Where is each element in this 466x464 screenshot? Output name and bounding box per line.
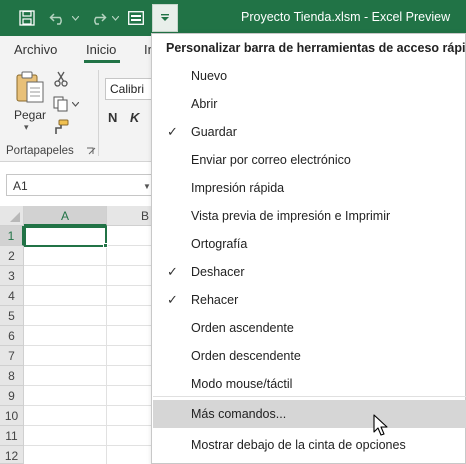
tab-inicio[interactable]: Inicio [86, 42, 116, 57]
row-header[interactable]: 9 [0, 386, 24, 406]
font-name-box[interactable]: Calibri [105, 78, 157, 100]
menu-separator [153, 396, 466, 397]
menu-item-orden-ascendente[interactable]: Orden ascendente [153, 314, 466, 342]
menu-item-label: Orden ascendente [191, 321, 294, 335]
copy-dropdown-icon[interactable] [70, 95, 80, 113]
window-title: Proyecto Tienda.xlsm - Excel Preview [241, 10, 451, 24]
menu-item-label: Guardar [191, 125, 237, 139]
check-icon: ✓ [167, 292, 178, 307]
menu-item-label: Enviar por correo electrónico [191, 153, 351, 167]
grid-line [106, 226, 107, 464]
menu-item-label: Ortografía [191, 237, 248, 251]
tab-archivo[interactable]: Archivo [14, 42, 57, 57]
name-box[interactable]: A1 [6, 174, 152, 196]
active-tab-indicator [84, 60, 120, 63]
clipboard-group-label: Portapapeles [6, 145, 74, 157]
row-header[interactable]: 11 [0, 426, 24, 446]
row-header[interactable]: 8 [0, 366, 24, 386]
check-icon: ✓ [167, 124, 178, 139]
undo-dropdown-icon[interactable] [70, 8, 80, 28]
menu-item-ortografia[interactable]: Ortografía [153, 230, 466, 258]
row-header[interactable]: 6 [0, 326, 24, 346]
name-box-dropdown-icon[interactable]: ▼ [143, 182, 151, 191]
menu-item-vista-previa[interactable]: Vista previa de impresión e Imprimir [153, 202, 466, 230]
menu-item-abrir[interactable]: Abrir [153, 90, 466, 118]
paste-icon[interactable] [14, 70, 46, 106]
bold-button[interactable]: N [108, 110, 117, 125]
menu-item-guardar[interactable]: ✓ Guardar [153, 118, 466, 146]
menu-item-mas-comandos[interactable]: Más comandos... [153, 400, 466, 428]
group-divider [98, 70, 99, 156]
format-painter-icon[interactable] [52, 118, 70, 136]
title-bar: Proyecto Tienda.xlsm - Excel Preview [0, 0, 466, 36]
menu-item-label: Modo mouse/táctil [191, 377, 293, 391]
save-icon[interactable] [15, 6, 39, 30]
menu-item-orden-descendente[interactable]: Orden descendente [153, 342, 466, 370]
customize-qat-menu: Personalizar barra de herramientas de ac… [151, 33, 466, 464]
menu-item-label: Más comandos... [191, 407, 287, 421]
menu-item-label: Nuevo [191, 69, 228, 83]
italic-button[interactable]: K [130, 110, 139, 125]
menu-item-label: Mostrar debajo de la cinta de opciones [191, 438, 406, 452]
redo-icon[interactable] [86, 6, 110, 30]
paste-button-label[interactable]: Pegar [14, 108, 46, 122]
row-header[interactable]: 3 [0, 266, 24, 286]
redo-dropdown-icon[interactable] [110, 8, 120, 28]
undo-icon[interactable] [46, 6, 70, 30]
row-header[interactable]: 12 [0, 446, 24, 464]
cut-icon[interactable] [52, 70, 70, 88]
menu-item-label: Vista previa de impresión e Imprimir [191, 209, 391, 223]
paste-dropdown-icon[interactable]: ▾ [24, 122, 29, 133]
fill-handle[interactable] [103, 243, 108, 248]
column-header-a[interactable]: A [24, 206, 107, 226]
menu-item-enviar-correo[interactable]: Enviar por correo electrónico [153, 146, 466, 174]
row-header[interactable]: 1 [0, 226, 24, 246]
menu-item-impresion-rapida[interactable]: Impresión rápida [153, 174, 466, 202]
row-header[interactable]: 7 [0, 346, 24, 366]
copy-icon[interactable] [52, 95, 70, 113]
form-icon[interactable] [124, 6, 148, 30]
menu-item-label: Orden descendente [191, 349, 301, 363]
row-header[interactable]: 5 [0, 306, 24, 326]
menu-item-rehacer[interactable]: ✓ Rehacer [153, 286, 466, 314]
menu-item-nuevo[interactable]: Nuevo [153, 62, 466, 90]
menu-item-modo-mouse-tactil[interactable]: Modo mouse/táctil [153, 370, 466, 398]
row-header[interactable]: 10 [0, 406, 24, 426]
menu-item-deshacer[interactable]: ✓ Deshacer [153, 258, 466, 286]
menu-item-label: Impresión rápida [191, 181, 285, 195]
row-header[interactable]: 4 [0, 286, 24, 306]
clipboard-launcher-icon[interactable] [86, 146, 96, 156]
menu-item-label: Abrir [191, 97, 218, 111]
customize-qat-icon[interactable] [152, 4, 178, 32]
menu-header: Personalizar barra de herramientas de ac… [166, 41, 466, 55]
check-icon: ✓ [167, 264, 178, 279]
menu-item-label: Rehacer [191, 293, 239, 307]
menu-item-label: Deshacer [191, 265, 245, 279]
active-cell-a1[interactable] [24, 226, 107, 247]
select-all-triangle-icon [10, 212, 20, 222]
row-header[interactable]: 2 [0, 246, 24, 266]
mouse-pointer-icon [373, 414, 389, 438]
menu-item-mostrar-debajo[interactable]: Mostrar debajo de la cinta de opciones [153, 431, 466, 459]
